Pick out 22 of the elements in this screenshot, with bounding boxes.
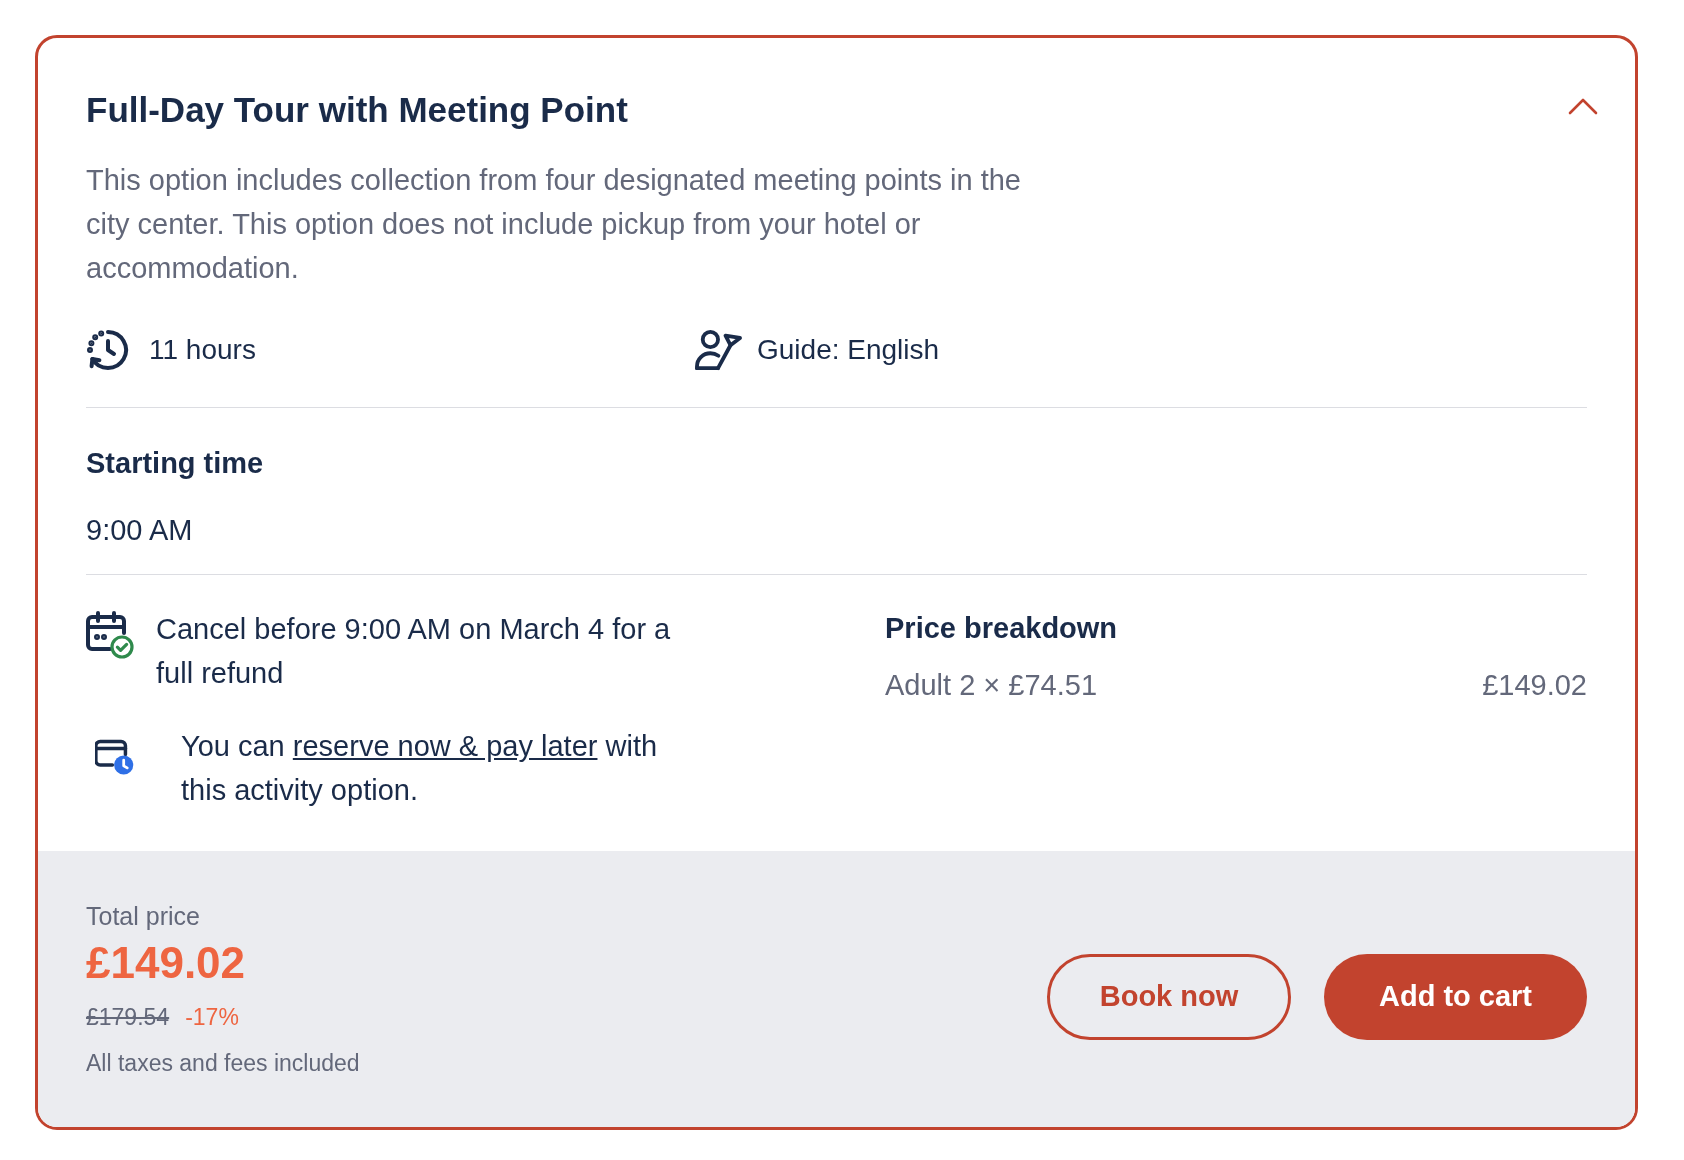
duration-text: 11 hours xyxy=(149,333,256,367)
price-line-label: Adult 2 × £74.51 xyxy=(885,668,1098,703)
section-heading: Price breakdown xyxy=(885,611,1118,646)
starting-time-text: 9:00 AM xyxy=(86,513,193,548)
section-heading: Starting time xyxy=(86,446,264,481)
calendar-check-icon xyxy=(86,611,134,659)
discount-percent: -17% xyxy=(185,1003,239,1032)
tax-note: All taxes and fees included xyxy=(86,1049,360,1077)
book-now-button[interactable]: Book now xyxy=(1047,954,1291,1040)
total-price: £149.02 xyxy=(86,937,246,989)
add-to-cart-button[interactable]: Add to cart xyxy=(1324,954,1587,1040)
person-flag-icon xyxy=(695,328,743,372)
original-price: £179.54 xyxy=(86,1003,170,1032)
total-price-label: Total price xyxy=(86,901,200,932)
reserve-link[interactable]: reserve now & pay later xyxy=(292,730,598,762)
clock-history-icon xyxy=(86,328,130,372)
guide-language-text: Guide: English xyxy=(757,333,940,367)
price-line-amount: £149.02 xyxy=(1482,668,1587,703)
reserve-note: You can reserve now & pay later with this activity option. xyxy=(181,729,659,808)
option-description: This option includes collection from four designated meeting points in the city center. This option does not include pickup from your hotel or accommodation. xyxy=(86,163,1022,286)
cancellation-note: Cancel before 9:00 AM on March 4 for a full refund xyxy=(156,612,672,691)
option-title: Full-Day Tour with Meeting Point xyxy=(86,90,628,130)
